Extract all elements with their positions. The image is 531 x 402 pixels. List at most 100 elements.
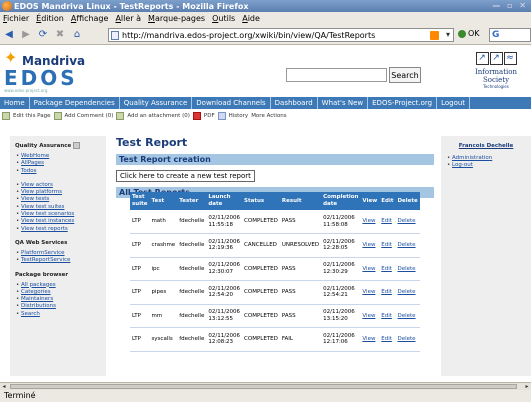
scroll-right-icon[interactable]: ▸: [523, 383, 531, 390]
nav-package-dependencies[interactable]: Package Dependencies: [30, 97, 120, 109]
main-content: Test Report Test Report creation Click h…: [116, 136, 434, 352]
col-completion-date: Completion date: [321, 192, 361, 210]
cell-launch-date: 02/11/2006 12:08:23: [206, 327, 243, 352]
link-view-test-instances[interactable]: View test instances: [15, 218, 101, 226]
delete-link[interactable]: Delete: [395, 327, 420, 352]
comment-icon: [53, 111, 62, 120]
link-todos[interactable]: Todos: [15, 168, 101, 176]
link-view-tests[interactable]: View tests: [15, 196, 101, 204]
left-sidebar: Quality Assurance WebHome AllPages Todos…: [10, 136, 106, 376]
history-link[interactable]: History: [229, 113, 249, 119]
table-row: LTP ipc fdechelle 02/11/2006 12:30:07 COMPLE…: [130, 257, 420, 281]
link-testreport-service[interactable]: TestReportService: [15, 257, 101, 265]
link-all-packages[interactable]: All packages: [15, 282, 101, 290]
ws-links: PlatformService TestReportService: [15, 250, 101, 265]
page-title: Test Report: [116, 136, 188, 149]
go-button[interactable]: OK: [458, 29, 480, 38]
menu-outils[interactable]: Outils: [212, 14, 235, 23]
link-view-test-suites[interactable]: View test suites: [15, 204, 101, 212]
menu-fichier[interactable]: Fichier: [3, 14, 29, 23]
col-edit: Edit: [379, 192, 396, 210]
url-bar[interactable]: http://mandriva.edos-project.org/xwiki/b…: [108, 28, 454, 42]
delete-link[interactable]: Delete: [395, 257, 420, 281]
rss-icon[interactable]: [430, 31, 439, 40]
site-search-button[interactable]: Search: [389, 67, 421, 83]
nav-dashboard[interactable]: Dashboard: [271, 97, 318, 109]
pb-panel-title: Package browser: [15, 271, 69, 278]
attachment-icon: [116, 111, 125, 120]
view-link[interactable]: View: [360, 304, 380, 328]
right-sidebar: Francois Dechelle Administration Log-out: [441, 136, 531, 376]
chevron-down-icon[interactable]: ▾: [446, 30, 450, 39]
delete-link[interactable]: Delete: [395, 280, 420, 305]
menu-marque-pages[interactable]: Marque-pages: [148, 14, 205, 23]
nav-quality-assurance[interactable]: Quality Assurance: [120, 97, 193, 109]
cell-suite: LTP: [130, 280, 150, 305]
window-titlebar: EDOS Mandriva Linux - TestReports - Mozi…: [0, 0, 531, 12]
edit-link[interactable]: Edit: [379, 327, 396, 352]
edit-link[interactable]: Edit: [379, 257, 396, 281]
delete-link[interactable]: Delete: [395, 210, 420, 234]
menu-aide[interactable]: Aide: [242, 14, 260, 23]
edit-link[interactable]: Edit: [379, 304, 396, 328]
view-link[interactable]: View: [360, 233, 380, 258]
scroll-thumb[interactable]: [10, 384, 517, 389]
cell-completion-date: 02/11/2006 12:17:06: [321, 327, 361, 352]
edit-link[interactable]: Edit: [379, 210, 396, 234]
add-comment-link[interactable]: Add Comment (0): [65, 113, 114, 119]
edit-link[interactable]: Edit: [379, 233, 396, 258]
link-maintainers[interactable]: Maintainers: [15, 296, 101, 304]
link-search[interactable]: Search: [15, 311, 101, 319]
search-engine-input[interactable]: G: [489, 28, 531, 42]
link-webhome[interactable]: WebHome: [15, 153, 101, 161]
link-platform-service[interactable]: PlatformService: [15, 250, 101, 258]
nav-logout[interactable]: Logout: [437, 97, 471, 109]
view-link[interactable]: View: [360, 280, 380, 305]
create-report-link[interactable]: Click here to create a new test report: [116, 170, 255, 182]
edit-page-link[interactable]: Edit this Page: [13, 113, 51, 119]
scroll-left-icon[interactable]: ◂: [0, 383, 8, 390]
nav-download-channels[interactable]: Download Channels: [192, 97, 271, 109]
view-link[interactable]: View: [360, 257, 380, 281]
view-links: View actors View platforms View tests Vi…: [15, 182, 101, 233]
horizontal-scrollbar[interactable]: ◂ ▸: [0, 382, 531, 390]
site-search-input[interactable]: [286, 68, 387, 82]
edit-link[interactable]: Edit: [379, 280, 396, 305]
link-administration[interactable]: Administration: [446, 155, 526, 162]
user-name-link[interactable]: Francois Dechelle: [446, 143, 526, 149]
view-link[interactable]: View: [360, 327, 380, 352]
edit-panel-icon[interactable]: [73, 142, 81, 149]
delete-link[interactable]: Delete: [395, 233, 420, 258]
link-categories[interactable]: Categories: [15, 289, 101, 297]
window-controls[interactable]: — ▫ ✕: [492, 1, 528, 10]
cell-tester: fdechelle: [177, 304, 207, 328]
stop-icon[interactable]: ✖: [53, 28, 67, 42]
cell-test: math: [149, 210, 178, 234]
forward-icon[interactable]: ▶: [19, 28, 33, 42]
view-link[interactable]: View: [360, 210, 380, 234]
site-header: ✦ Mandriva EDOS www.edos-project.org Sea…: [0, 46, 531, 96]
site-logo[interactable]: ✦ Mandriva EDOS www.edos-project.org: [4, 50, 85, 94]
reload-icon[interactable]: ⟳: [36, 28, 50, 42]
home-icon[interactable]: ⌂: [70, 28, 84, 42]
menu-affichage[interactable]: Affichage: [71, 14, 109, 23]
link-view-test-reports[interactable]: View test reports: [15, 226, 101, 234]
add-attachment-link[interactable]: Add an attachment (0): [127, 113, 190, 119]
col-tester: Tester: [177, 192, 207, 210]
link-logout[interactable]: Log-out: [446, 162, 526, 169]
link-allpages[interactable]: AllPages: [15, 160, 101, 168]
delete-link[interactable]: Delete: [395, 304, 420, 328]
link-view-test-scenarios[interactable]: View test scenarios: [15, 211, 101, 219]
link-distributions[interactable]: Distributions: [15, 303, 101, 311]
more-actions-link[interactable]: More Actions: [251, 113, 286, 119]
nav-whats-new[interactable]: What's New: [318, 97, 369, 109]
back-icon[interactable]: ◀: [2, 28, 16, 42]
qa-links: WebHome AllPages Todos: [15, 153, 101, 175]
link-view-platforms[interactable]: View platforms: [15, 189, 101, 197]
menu-edition[interactable]: Édition: [36, 14, 64, 23]
nav-edos-project[interactable]: EDOS-Project.org: [368, 97, 438, 109]
menu-aller[interactable]: Aller à: [115, 14, 141, 23]
pdf-link[interactable]: PDF: [204, 113, 215, 119]
nav-home[interactable]: Home: [0, 97, 30, 109]
link-view-actors[interactable]: View actors: [15, 182, 101, 190]
